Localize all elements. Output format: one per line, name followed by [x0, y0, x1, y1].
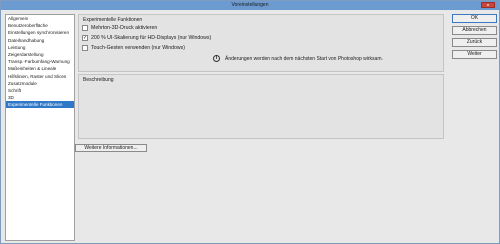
sidebar-item-schrift[interactable]: Schrift	[6, 87, 74, 94]
option-touch-gestures[interactable]: Touch-Gesten verwenden (nur Windows)	[82, 44, 185, 52]
experimental-features-group: Experimentelle Funktionen Mehrton-3D-Dru…	[78, 14, 444, 72]
multitone-3d-checkbox[interactable]	[82, 25, 88, 31]
close-button[interactable]: ×	[481, 2, 495, 9]
preferences-dialog: Voreinstellungen × Allgemein Benutzerobe…	[0, 0, 500, 244]
more-info-button[interactable]: Weitere Informationen...	[75, 144, 147, 152]
ui-scaling-checkbox[interactable]: ✓	[82, 35, 88, 41]
cancel-button[interactable]: Abbrechen	[452, 26, 497, 35]
description-group: Beschreibung	[78, 74, 444, 139]
next-button[interactable]: Weiter	[452, 50, 497, 59]
option-multitone-3d[interactable]: Mehrton-3D-Druck aktivieren	[82, 24, 157, 32]
sidebar-item-zeigerdarstellung[interactable]: Zeigerdarstellung	[6, 51, 74, 58]
sidebar-item-einstellungen-synchronisieren[interactable]: Einstellungen synchronisieren	[6, 29, 74, 36]
sidebar-item-transparenz[interactable]: Transp.-Farbumfang-Warnung	[6, 58, 74, 65]
sidebar-item-3d[interactable]: 3D	[6, 94, 74, 101]
ok-button[interactable]: OK	[452, 14, 497, 23]
multitone-3d-label: Mehrton-3D-Druck aktivieren	[91, 25, 158, 31]
touch-gestures-label: Touch-Gesten verwenden (nur Windows)	[91, 45, 185, 51]
touch-gestures-checkbox[interactable]	[82, 45, 88, 51]
sidebar-item-allgemein[interactable]: Allgemein	[6, 15, 74, 22]
info-icon: i	[213, 55, 220, 62]
restart-info-text: Änderungen werden nach dem nächsten Star…	[225, 56, 383, 62]
title-bar: Voreinstellungen ×	[1, 1, 499, 10]
back-button[interactable]: Zurück	[452, 38, 497, 47]
sidebar-item-dateihandhabung[interactable]: Dateihandhabung	[6, 37, 74, 44]
sidebar-item-masseinheiten[interactable]: Maßeinheiten & Lineale	[6, 65, 74, 72]
group-title-experimental: Experimentelle Funktionen	[83, 17, 143, 23]
ui-scaling-label: 200 % UI-Skalierung für HD-Displays (nur…	[91, 35, 212, 41]
dialog-buttons: OK Abbrechen Zurück Weiter	[452, 14, 497, 62]
sidebar-item-zusatzmodule[interactable]: Zusatzmodule	[6, 80, 74, 87]
sidebar-item-experimentelle-funktionen[interactable]: Experimentelle Funktionen	[6, 101, 74, 109]
window-title: Voreinstellungen	[231, 2, 269, 8]
sidebar-item-hilfslinien[interactable]: Hilfslinien, Raster und Slices	[6, 73, 74, 80]
category-list: Allgemein Benutzeroberfläche Einstellung…	[5, 14, 75, 241]
sidebar-item-leistung[interactable]: Leistung	[6, 44, 74, 51]
sidebar-item-benutzeroberflaeche[interactable]: Benutzeroberfläche	[6, 22, 74, 29]
group-title-description: Beschreibung	[83, 77, 114, 83]
option-ui-scaling[interactable]: ✓ 200 % UI-Skalierung für HD-Displays (n…	[82, 34, 211, 42]
settings-panel: Experimentelle Funktionen Mehrton-3D-Dru…	[78, 14, 444, 241]
